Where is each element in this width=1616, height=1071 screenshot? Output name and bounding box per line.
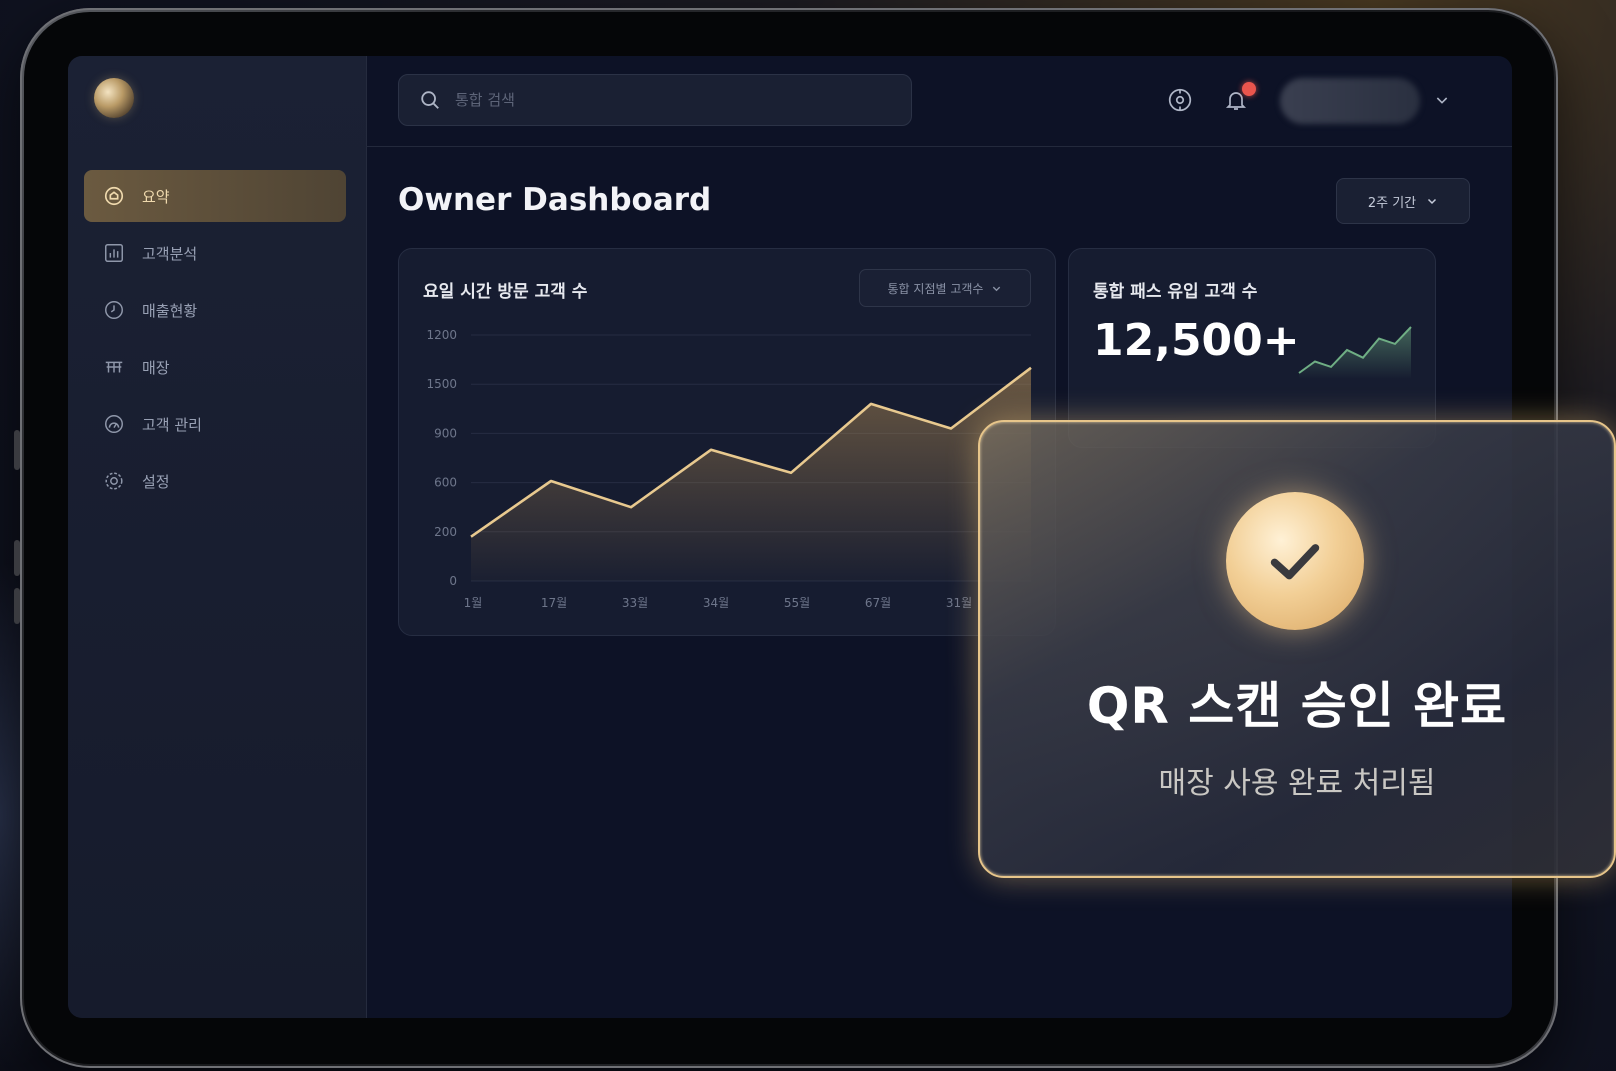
tablet-side-button [14, 540, 20, 576]
x-tick-label: 17월 [541, 596, 567, 610]
sidebar-item-settings[interactable]: 설정 [84, 455, 346, 507]
gear-icon [102, 469, 126, 493]
period-dropdown-label: 2주 기간 [1367, 195, 1417, 211]
clock-icon [102, 298, 126, 322]
chevron-down-icon [1428, 198, 1437, 205]
y-tick-label: 1500 [426, 377, 457, 391]
sparkline-chart [1298, 326, 1412, 379]
search-bar[interactable] [398, 74, 912, 126]
search-icon [421, 91, 439, 109]
tablet-side-button [14, 430, 20, 470]
chevron-down-icon[interactable] [1434, 92, 1450, 108]
y-tick-label: 600 [434, 476, 457, 490]
sidebar-item-summary[interactable]: 요약 [84, 170, 346, 222]
sidebar-item-label: 매출현황 [142, 301, 198, 320]
search-input[interactable] [453, 90, 857, 110]
y-tick-label: 1200 [426, 328, 457, 342]
store-icon [102, 355, 126, 379]
help-icon[interactable] [1166, 86, 1194, 114]
modal-title: QR 스캔 승인 완료 [1086, 677, 1508, 735]
page-title: Owner Dashboard [398, 182, 712, 218]
x-tick-label: 1월 [464, 596, 483, 610]
x-tick-label: 33월 [622, 596, 648, 610]
stat-value: 12,500+ [1093, 315, 1300, 366]
sidebar-item-customer-management[interactable]: 고객 관리 [84, 398, 346, 450]
x-tick-label: 67월 [865, 596, 891, 610]
notification-bell-icon[interactable] [1222, 82, 1256, 114]
success-check-badge [1226, 492, 1364, 630]
user-profile-blurred[interactable] [1280, 78, 1420, 124]
notification-badge [1242, 82, 1256, 96]
period-dropdown[interactable]: 2주 기간 [1336, 178, 1470, 224]
sidebar-item-customer-analysis[interactable]: 고객분석 [84, 227, 346, 279]
y-tick-label: 900 [434, 426, 457, 440]
modal-subtitle: 매장 사용 완료 처리됨 [1158, 766, 1436, 801]
stat-card-title: 통합 패스 유입 고객 수 [1093, 282, 1258, 302]
checkmark-icon [1270, 544, 1320, 580]
sidebar-nav: 요약 고객분석 매출현황 매장 고객 관리 설정 [84, 170, 346, 512]
sidebar-item-label: 설정 [142, 472, 170, 491]
x-tick-label: 55월 [784, 596, 810, 610]
sidebar-item-sales[interactable]: 매출현황 [84, 284, 346, 336]
qr-success-modal: QR 스캔 승인 완료 매장 사용 완료 처리됨 [978, 420, 1616, 878]
y-tick-label: 0 [449, 574, 457, 588]
top-header [366, 56, 1512, 147]
tablet-side-button [14, 588, 20, 624]
gauge-icon [102, 412, 126, 436]
bar-chart-icon [102, 241, 126, 265]
sidebar-item-label: 매장 [142, 358, 170, 377]
sidebar-item-store[interactable]: 매장 [84, 341, 346, 393]
sidebar-item-label: 고객 관리 [142, 415, 202, 434]
home-icon [102, 184, 126, 208]
y-tick-label: 200 [434, 525, 457, 539]
sidebar: 요약 고객분석 매출현황 매장 고객 관리 설정 [68, 56, 367, 1018]
x-tick-label: 34월 [703, 596, 729, 610]
brand-logo[interactable] [94, 78, 134, 118]
sidebar-item-label: 고객분석 [142, 244, 198, 263]
sidebar-item-label: 요약 [142, 187, 170, 206]
